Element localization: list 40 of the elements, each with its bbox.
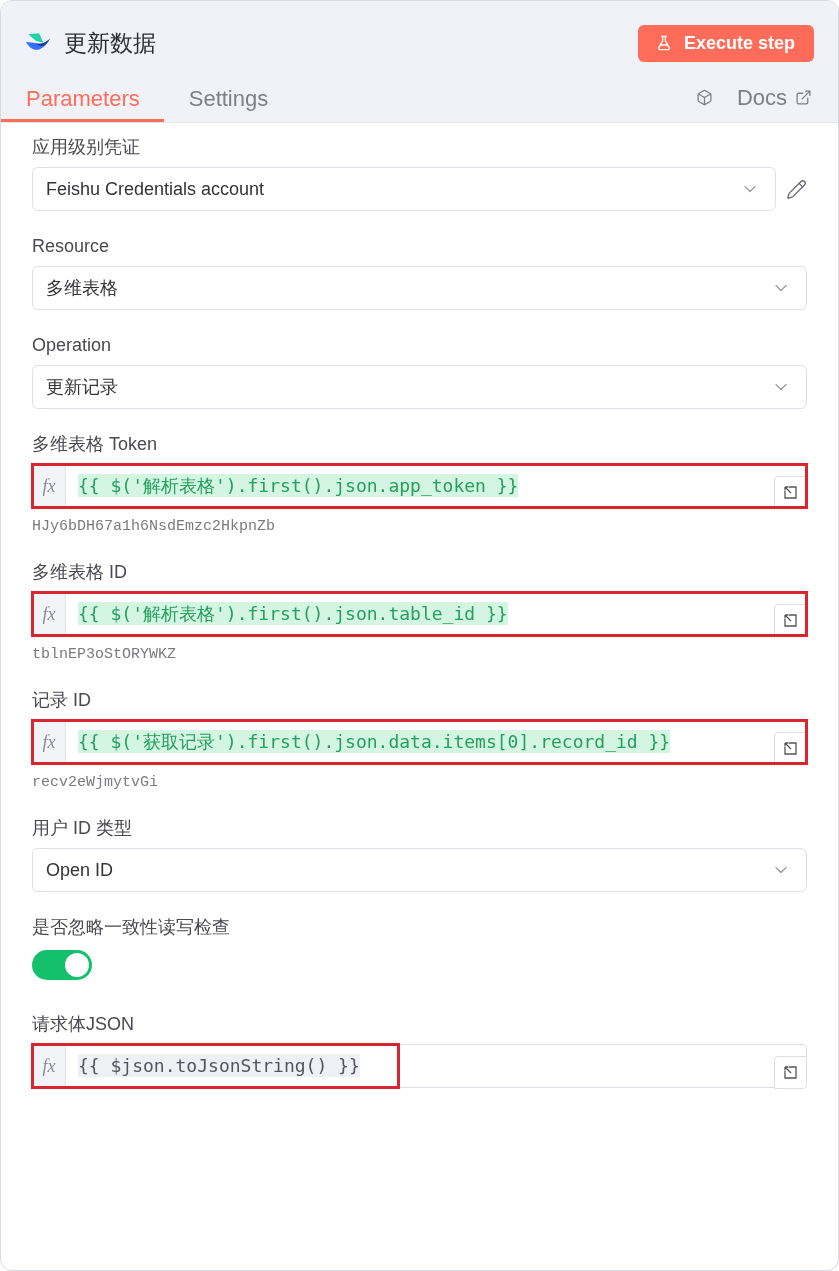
- expression-field[interactable]: fx {{ $('解析表格').first().json.app_token }}: [32, 464, 807, 508]
- field-label: 应用级别凭证: [32, 136, 141, 159]
- result-preview: HJy6bDH67a1h6NsdEmzc2HkpnZb: [32, 517, 277, 537]
- result-preview: recv2eWjmytvGi: [32, 773, 160, 793]
- field-label: 用户 ID 类型: [32, 817, 133, 840]
- result-preview: tblnEP3oStORYWKZ: [32, 645, 178, 665]
- expression-code: {{ $('解析表格').first().json.table_id }}: [78, 601, 508, 625]
- dropdown-select[interactable]: Feishu Credentials account: [32, 167, 776, 211]
- expression-code: {{ $('获取记录').first().json.data.items[0].record_id }}: [78, 729, 671, 753]
- expression-code: {{ $json.toJsonString() }}: [78, 1053, 360, 1077]
- logo-icon: [26, 33, 50, 53]
- cube-icon[interactable]: [695, 89, 713, 106]
- pencil-icon[interactable]: [786, 178, 807, 200]
- expand-icon: [784, 614, 797, 627]
- dropdown-select[interactable]: 更新记录: [32, 365, 807, 409]
- field-label: 多维表格 Token: [32, 433, 159, 456]
- expand-icon: [784, 742, 797, 755]
- execute-step-button[interactable]: Execute step: [637, 24, 814, 62]
- dropdown-select[interactable]: Open ID: [32, 848, 807, 892]
- dropdown-select[interactable]: 多维表格: [32, 266, 807, 310]
- expand-icon: [784, 1066, 797, 1079]
- expression-code: {{ $('解析表格').first().json.app_token }}: [78, 473, 519, 497]
- docs-link[interactable]: Docs: [736, 84, 812, 111]
- node-title: 更新数据: [64, 29, 156, 58]
- tab[interactable]: Settings: [163, 79, 293, 122]
- expression-field[interactable]: fx {{ $('解析表格').first().json.table_id }}: [32, 592, 807, 636]
- expression-field[interactable]: fx {{ $json.toJsonString() }}: [32, 1044, 807, 1088]
- expression-field[interactable]: fx {{ $('获取记录').first().json.data.items[0].record_id }}: [32, 720, 807, 764]
- toggle-switch[interactable]: [32, 950, 92, 980]
- field-label: 多维表格 ID: [32, 561, 128, 584]
- external-link-icon: [795, 89, 812, 106]
- field-label: 请求体JSON: [32, 1013, 135, 1036]
- tab[interactable]: Parameters: [1, 79, 164, 122]
- field-label: 是否忽略一致性读写检查: [32, 916, 231, 939]
- flask-icon: [655, 35, 672, 51]
- field-label: 记录 ID: [32, 689, 92, 712]
- expand-icon: [784, 486, 797, 499]
- expand-button[interactable]: [774, 1056, 807, 1089]
- field-label: Resource: [32, 235, 111, 258]
- field-label: Operation: [32, 334, 113, 357]
